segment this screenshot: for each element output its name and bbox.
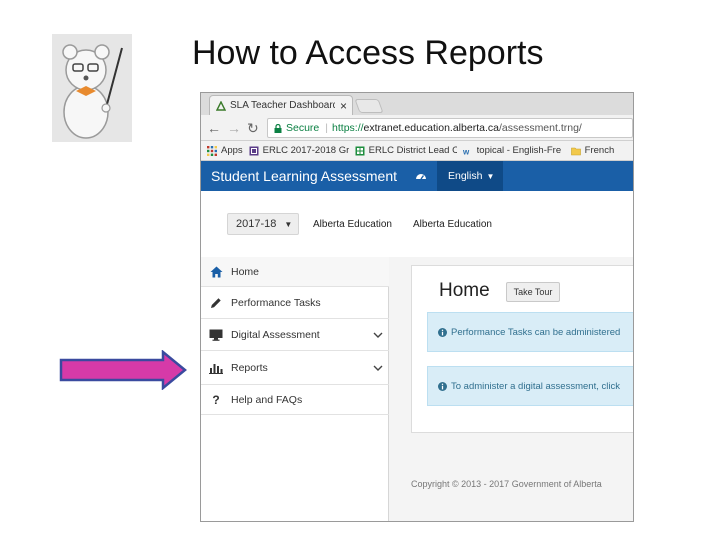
new-tab-button[interactable] xyxy=(354,99,384,113)
site-brand[interactable]: Student Learning Assessment xyxy=(211,168,397,184)
organization-primary[interactable]: Alberta Education xyxy=(313,219,392,230)
tab-strip: SLA Teacher Dashboard | × xyxy=(201,93,633,115)
bookmark-topical[interactable]: w topical - English-Fre xyxy=(463,145,565,156)
sidebar-item-label: Reports xyxy=(231,361,268,374)
bookmark-erlc-2017-2018[interactable]: ERLC 2017-2018 Gra xyxy=(249,145,349,156)
browser-window: SLA Teacher Dashboard | × ← → ↻ Secure |… xyxy=(200,92,634,522)
info-circle-icon xyxy=(438,327,447,337)
question-icon: ? xyxy=(212,392,220,407)
sidebar-item-label: Performance Tasks xyxy=(231,296,321,309)
school-year-value: 2017-18 xyxy=(236,218,277,230)
main-content: Home Take Tour Performance Tasks can be … xyxy=(389,257,633,521)
bookmark-label: French xyxy=(584,145,615,156)
back-icon[interactable]: ← xyxy=(207,119,221,137)
bar-chart-icon xyxy=(201,362,231,374)
folder-icon xyxy=(570,147,581,155)
monitor-icon xyxy=(201,329,231,341)
sidebar-item-performance-tasks[interactable]: Performance Tasks xyxy=(201,287,389,319)
sidebar-item-label: Help and FAQs xyxy=(231,393,303,406)
svg-text:w: w xyxy=(463,147,470,156)
school-year-select[interactable]: 2017-18 ▼ xyxy=(227,213,299,235)
info-circle-icon xyxy=(438,381,447,391)
bookmark-label: topical - English-Fre xyxy=(476,145,562,156)
bookmark-page-icon xyxy=(249,146,259,155)
alert-text: To administer a digital assessment, clic… xyxy=(451,380,620,392)
lock-icon xyxy=(274,123,282,133)
alert-text: Performance Tasks can be administered xyxy=(451,326,621,338)
sidebar-item-home[interactable]: Home xyxy=(201,257,389,287)
language-label: English xyxy=(448,170,483,182)
site-header: Student Learning Assessment English ▼ xyxy=(201,161,633,191)
take-tour-button[interactable]: Take Tour xyxy=(506,282,560,302)
slide-title: How to Access Reports xyxy=(192,34,544,72)
url-path: /assessment.trng/ xyxy=(498,122,582,134)
sidebar-item-reports[interactable]: Reports xyxy=(201,351,389,385)
pencil-icon xyxy=(201,297,231,309)
url-host: extranet.education.alberta.ca xyxy=(363,122,499,134)
bookmark-label: ERLC District Lead Co xyxy=(368,145,457,156)
bookmark-label: Apps xyxy=(221,145,243,156)
url-scheme: https:// xyxy=(332,122,364,134)
info-alert-digital-assessment: To administer a digital assessment, clic… xyxy=(427,366,633,406)
browser-tab[interactable]: SLA Teacher Dashboard | × xyxy=(209,95,353,115)
mascot-image xyxy=(52,34,132,142)
bookmarks-bar: Apps ERLC 2017-2018 Gra ERLC District Le… xyxy=(201,141,633,161)
secure-label: Secure xyxy=(286,122,320,134)
sidebar-item-help-faqs[interactable]: ? Help and FAQs xyxy=(201,385,389,415)
pointer-arrow-icon xyxy=(59,350,187,390)
address-bar: ← → ↻ Secure | https:// extranet.educati… xyxy=(201,115,633,141)
tab-title: SLA Teacher Dashboard | xyxy=(230,100,335,111)
site-favicon-icon xyxy=(216,100,226,111)
sidebar-item-digital-assessment[interactable]: Digital Assessment xyxy=(201,319,389,351)
apps-grid-icon xyxy=(207,145,217,156)
home-icon xyxy=(201,266,231,278)
reload-icon[interactable]: ↻ xyxy=(247,119,259,137)
caret-down-icon: ▼ xyxy=(284,219,293,229)
chevron-down-icon[interactable] xyxy=(367,365,389,371)
bookmark-sheet-icon xyxy=(355,146,365,155)
sidebar-item-label: Home xyxy=(231,265,260,278)
chevron-down-icon[interactable] xyxy=(367,332,389,338)
bookmark-wr-icon: w xyxy=(463,147,470,156)
bookmark-french-folder[interactable]: French xyxy=(570,145,615,156)
info-alert-performance-tasks: Performance Tasks can be administered xyxy=(427,312,633,352)
language-dropdown[interactable]: English ▼ xyxy=(437,161,503,191)
forward-icon[interactable]: → xyxy=(227,119,241,137)
home-panel: Home Take Tour Performance Tasks can be … xyxy=(411,265,633,433)
page-title: Home xyxy=(439,280,490,301)
bookmark-label: ERLC 2017-2018 Gra xyxy=(262,145,349,156)
url-separator: | xyxy=(325,122,329,134)
bookmark-apps[interactable]: Apps xyxy=(207,145,243,156)
url-input[interactable]: Secure | https:// extranet.education.alb… xyxy=(267,118,633,138)
sidebar-nav: Home Performance Tasks Digital Assessmen… xyxy=(201,257,389,521)
dashboard-gauge-icon[interactable] xyxy=(415,170,427,182)
tab-close-icon[interactable]: × xyxy=(340,99,347,113)
caret-down-icon: ▼ xyxy=(486,171,495,181)
sidebar-item-label: Digital Assessment xyxy=(231,328,320,341)
organization-secondary[interactable]: Alberta Education xyxy=(413,219,492,230)
copyright-text: Copyright © 2013 - 2017 Government of Al… xyxy=(411,479,602,489)
bookmark-erlc-district[interactable]: ERLC District Lead Co xyxy=(355,145,457,156)
context-bar: 2017-18 ▼ Alberta Education Alberta Educ… xyxy=(201,191,633,257)
